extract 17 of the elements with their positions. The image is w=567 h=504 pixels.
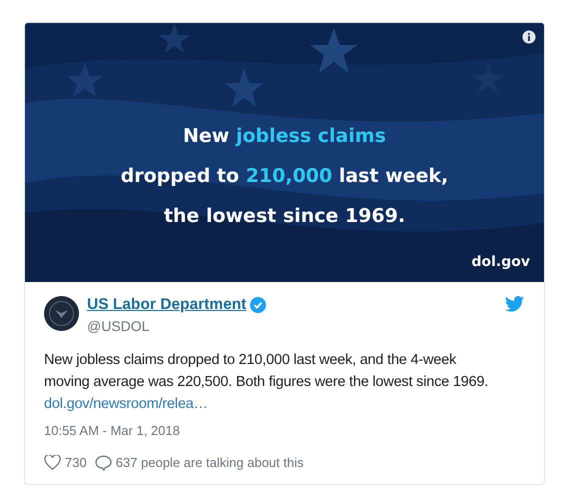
author-handle: @USDOL xyxy=(87,317,150,336)
info-icon[interactable] xyxy=(522,30,536,44)
headline-line: the lowest since 1969. xyxy=(164,204,406,229)
headline-line: New jobless claims xyxy=(183,124,386,149)
timestamp[interactable]: 10:55 AM - Mar 1, 2018 xyxy=(44,421,524,441)
heart-icon[interactable] xyxy=(44,455,61,470)
source-label: dol.gov xyxy=(471,253,530,272)
tweet-link[interactable]: dol.gov/newsroom/relea… xyxy=(44,396,208,412)
headline-line: dropped to 210,000 last week, xyxy=(120,164,448,189)
verified-badge-icon xyxy=(250,296,266,313)
bird-icon[interactable] xyxy=(505,296,524,312)
author-name[interactable]: US Labor Department xyxy=(87,293,246,316)
talking-count[interactable]: 637 people are talking about this xyxy=(116,452,304,472)
speech-bubble-icon[interactable] xyxy=(94,454,112,470)
tweet-text: New jobless claims dropped to 210,000 last week, and the 4-week moving average was 220,500. Both figures were the lowest since 1969. dol.gov/newsroom/relea… xyxy=(44,351,490,414)
like-count: 730 xyxy=(65,454,87,472)
avatar-icon[interactable] xyxy=(44,296,79,331)
